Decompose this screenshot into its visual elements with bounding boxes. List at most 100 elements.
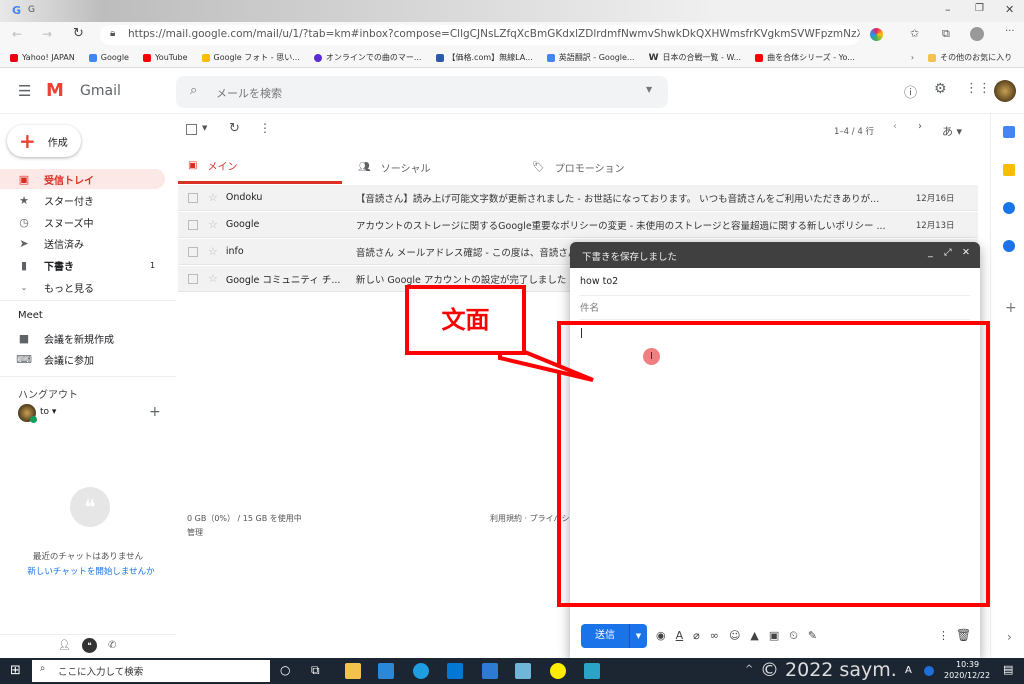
meet-join-meeting[interactable]: ⌨ 会議に参加 bbox=[0, 349, 165, 369]
discard-draft-icon[interactable]: 🗑︎ bbox=[956, 628, 971, 642]
clock-time[interactable]: 10:39 bbox=[956, 660, 979, 669]
sidebar-item-drafts[interactable]: ▮ 下書き 1 bbox=[0, 255, 165, 275]
app-icon[interactable] bbox=[515, 663, 531, 679]
menu-icon[interactable]: ☰ bbox=[18, 82, 31, 100]
send-options-icon[interactable]: ▼ bbox=[629, 624, 647, 648]
row-checkbox[interactable] bbox=[188, 273, 198, 284]
bookmark[interactable]: Google bbox=[88, 53, 129, 62]
email-row[interactable]: ☆ Google アカウントのストレージに関するGoogle重要なポリシーの変更 -… bbox=[178, 212, 978, 238]
manage-storage-link[interactable]: 管理 bbox=[187, 527, 203, 538]
phone-icon[interactable]: ✆ bbox=[108, 640, 116, 651]
ime-indicator[interactable]: A bbox=[905, 665, 912, 676]
cortana-icon[interactable]: ○ bbox=[280, 663, 290, 677]
bookmark[interactable]: オンラインでの曲のマー... bbox=[313, 52, 422, 63]
contacts-icon[interactable] bbox=[1003, 240, 1015, 252]
restore-icon[interactable]: ❐ bbox=[975, 3, 984, 14]
app-yellow-icon[interactable] bbox=[550, 663, 566, 679]
attach-icon[interactable]: ⌀ bbox=[693, 629, 700, 643]
row-checkbox[interactable] bbox=[188, 219, 198, 230]
bookmark[interactable]: 英語翻訳 - Google... bbox=[546, 52, 635, 63]
start-chat-link[interactable]: 新しいチャットを開始しませんか bbox=[0, 565, 182, 577]
minimize-icon[interactable]: – bbox=[945, 3, 951, 16]
search-options-icon[interactable]: ▼ bbox=[646, 85, 652, 94]
more-icon[interactable]: ··· bbox=[1005, 26, 1015, 37]
tray-app-icon[interactable] bbox=[924, 666, 934, 676]
tray-chevron-icon[interactable]: ^ bbox=[745, 664, 753, 675]
compose-button[interactable]: + 作成 bbox=[7, 125, 81, 157]
tasks-icon[interactable] bbox=[1003, 202, 1015, 214]
avatar[interactable] bbox=[994, 80, 1016, 102]
star-icon[interactable]: ☆ bbox=[208, 272, 218, 285]
photo-icon[interactable]: ▣ bbox=[769, 629, 779, 643]
select-dropdown-icon[interactable]: ▼ bbox=[202, 124, 207, 132]
bookmark[interactable]: W 日本の合戦一覧 - W... bbox=[649, 52, 742, 63]
tab-title[interactable]: G bbox=[28, 5, 35, 15]
tab-social[interactable]: 👥︎ ソーシャル bbox=[358, 150, 522, 184]
favorites-icon[interactable]: ✩ bbox=[910, 27, 919, 40]
bookmark[interactable]: Google フォト - 思い... bbox=[201, 52, 300, 63]
chevron-right-icon[interactable]: › bbox=[911, 53, 914, 62]
email-row[interactable]: ☆ Ondoku 【音読さん】読み上げ可能文字数が更新されました - お世話になって… bbox=[178, 185, 978, 211]
confidential-icon[interactable]: ⏲ bbox=[789, 629, 798, 643]
url-field[interactable]: 🔒︎ https://mail.google.com/mail/u/1/?tab=… bbox=[100, 25, 860, 45]
tab-primary[interactable]: ▣ メイン bbox=[178, 150, 342, 184]
more-vert-icon[interactable]: ⋮ bbox=[259, 121, 271, 135]
meet-new-meeting[interactable]: ■ 会議を新規作成 bbox=[0, 328, 165, 348]
store-icon[interactable] bbox=[378, 663, 394, 679]
star-icon[interactable]: ☆ bbox=[208, 191, 218, 204]
signature-icon[interactable]: ✎ bbox=[808, 629, 817, 643]
other-favorites[interactable]: その他のお気に入り bbox=[928, 52, 1012, 63]
close-icon[interactable]: ✕ bbox=[1005, 3, 1014, 16]
fullscreen-icon[interactable]: ⤢ bbox=[944, 247, 952, 258]
send-button[interactable]: 送信 ▼ bbox=[581, 624, 647, 648]
to-field[interactable]: how to2 bbox=[580, 276, 970, 296]
add-chat-icon[interactable]: + bbox=[149, 404, 161, 420]
gmail-logo-icon[interactable]: M bbox=[46, 80, 64, 101]
bookmark[interactable]: Yahoo! JAPAN bbox=[10, 53, 75, 62]
link-icon[interactable]: ∞ bbox=[710, 629, 719, 643]
file-explorer-icon[interactable] bbox=[345, 663, 361, 679]
expand-panel-icon[interactable]: › bbox=[1007, 630, 1012, 644]
sidebar-item-snoozed[interactable]: ◷ スヌーズ中 bbox=[0, 212, 165, 232]
task-view-icon[interactable]: ⧉ bbox=[311, 663, 320, 678]
edge-icon[interactable] bbox=[413, 663, 429, 679]
refresh-icon[interactable]: ↻ bbox=[73, 26, 84, 41]
bookmark[interactable]: YouTube bbox=[142, 53, 188, 62]
windows-start-icon[interactable]: ⊞ bbox=[10, 663, 21, 678]
screen-recorder-icon[interactable] bbox=[584, 663, 600, 679]
contacts-icon[interactable]: 👤︎ bbox=[58, 640, 71, 651]
forward-icon[interactable]: → bbox=[42, 27, 52, 41]
star-icon[interactable]: ☆ bbox=[208, 218, 218, 231]
hangouts-user[interactable]: to ▾ bbox=[40, 407, 56, 417]
close-icon[interactable]: ✕ bbox=[962, 247, 970, 258]
refresh-icon[interactable]: ↻ bbox=[229, 121, 240, 136]
select-all-checkbox[interactable] bbox=[186, 124, 197, 135]
hangouts-icon[interactable]: ❝ bbox=[82, 638, 97, 653]
row-checkbox[interactable] bbox=[188, 192, 198, 203]
prev-page-icon[interactable]: ‹ bbox=[893, 121, 897, 132]
clock-date[interactable]: 2020/12/22 bbox=[944, 671, 990, 680]
sidebar-item-inbox[interactable]: ▣ 受信トレイ bbox=[0, 169, 165, 189]
subject-field[interactable]: 件名 bbox=[580, 300, 970, 320]
collections-icon[interactable]: ⧉ bbox=[942, 27, 950, 41]
hangouts-avatar[interactable] bbox=[18, 404, 37, 423]
calendar-icon[interactable] bbox=[1003, 126, 1015, 138]
bookmark[interactable]: 【価格.com】無線LA... bbox=[435, 52, 533, 63]
tab-promotions[interactable]: 🏷︎ プロモーション bbox=[532, 150, 696, 184]
settings-gear-icon[interactable]: ⚙ bbox=[934, 81, 947, 97]
minimize-icon[interactable]: _ bbox=[928, 247, 933, 258]
add-addon-icon[interactable]: + bbox=[1005, 300, 1017, 316]
help-icon[interactable]: ⓘ bbox=[904, 82, 917, 101]
more-options-icon[interactable]: ⋮ bbox=[938, 629, 949, 642]
extension-icon[interactable] bbox=[870, 28, 883, 41]
search-input[interactable]: ⌕ メールを検索 ▼ bbox=[176, 76, 668, 108]
sidebar-item-more[interactable]: ⌄ もっと見る bbox=[0, 277, 165, 297]
mail-icon[interactable] bbox=[447, 663, 463, 679]
photos-icon[interactable] bbox=[482, 663, 498, 679]
emoji-icon[interactable]: ☺ bbox=[729, 629, 740, 643]
format-text-icon[interactable]: A bbox=[676, 629, 684, 643]
taskbar-search[interactable]: ⌕ ここに入力して検索 bbox=[32, 660, 270, 682]
compose-header[interactable]: 下書きを保存しました _ ⤢ ✕ bbox=[570, 242, 980, 268]
back-icon[interactable]: ← bbox=[12, 27, 22, 41]
input-tools[interactable]: あ ▾ bbox=[942, 123, 962, 139]
